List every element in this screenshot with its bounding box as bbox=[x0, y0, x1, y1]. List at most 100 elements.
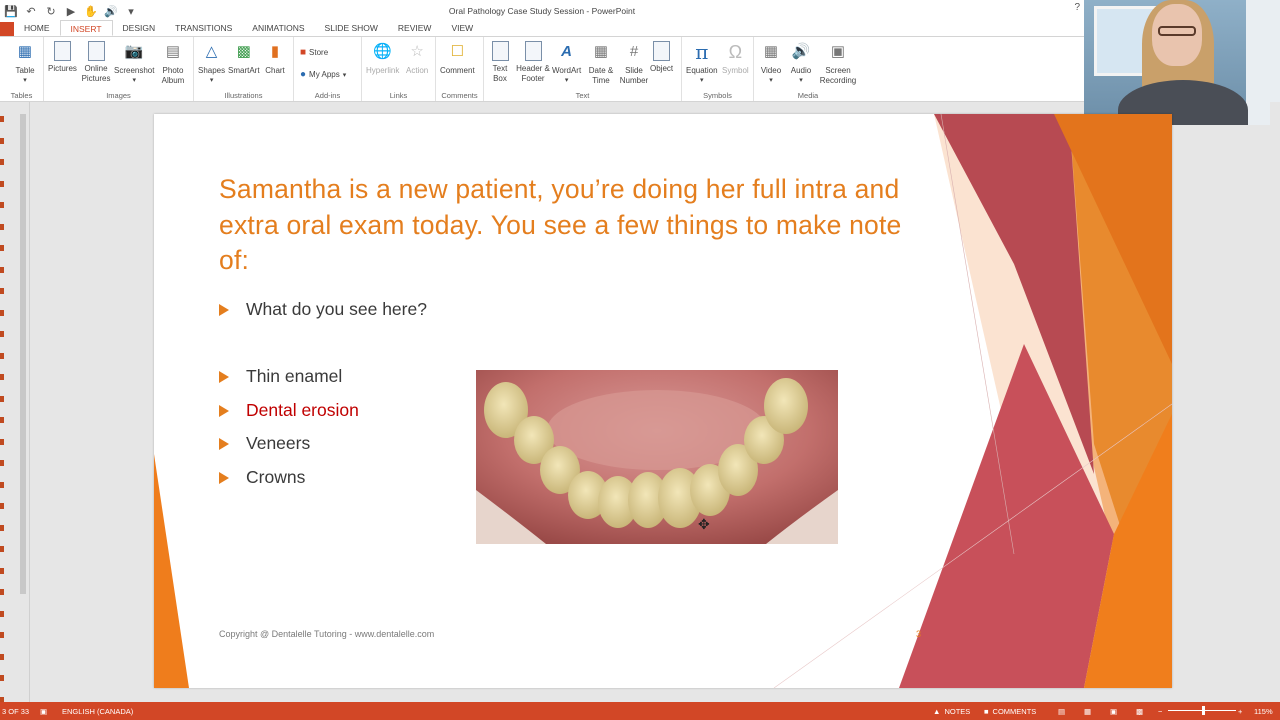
thumbnail-slide-marker[interactable] bbox=[0, 567, 4, 574]
touch-mode-icon[interactable]: ✋ bbox=[82, 3, 100, 19]
thumbnail-scrollbar-thumb[interactable] bbox=[20, 114, 26, 594]
save-icon[interactable]: 💾 bbox=[2, 3, 20, 19]
question-bullet[interactable]: What do you see here? bbox=[219, 299, 427, 320]
redo-icon[interactable]: ↻ bbox=[42, 3, 60, 19]
thumbnail-slide-marker[interactable] bbox=[0, 309, 4, 316]
thumbnail-slide-marker[interactable] bbox=[0, 503, 4, 509]
my-apps-icon: ● bbox=[300, 69, 307, 80]
start-from-beginning-icon[interactable]: ▶ bbox=[62, 3, 80, 19]
online-pictures-icon bbox=[87, 41, 105, 61]
bullet-veneers[interactable]: Veneers bbox=[219, 433, 310, 454]
thumbnail-slide-marker[interactable] bbox=[0, 589, 4, 595]
thumbnail-slide-marker[interactable] bbox=[0, 352, 4, 359]
text-box-button[interactable]: Text Box bbox=[490, 41, 510, 84]
shapes-button[interactable]: △ Shapes ▾ bbox=[198, 41, 225, 86]
thumbnail-slide-marker[interactable] bbox=[0, 438, 4, 445]
thumbnail-slide-marker[interactable] bbox=[0, 159, 4, 165]
thumbnail-slide-marker[interactable] bbox=[0, 481, 4, 488]
thumbnail-slide-marker[interactable] bbox=[0, 266, 4, 273]
notes-button[interactable]: ▲ NOTES bbox=[933, 707, 970, 716]
thumbnail-slide-marker[interactable] bbox=[0, 546, 4, 552]
wordart-button[interactable]: A WordArt ▾ bbox=[552, 41, 581, 86]
reading-view-icon[interactable]: ▣ bbox=[1110, 707, 1117, 716]
bullet-crowns[interactable]: Crowns bbox=[219, 467, 305, 488]
tab-home[interactable]: HOME bbox=[14, 20, 60, 36]
customize-qat-icon[interactable]: ▾ bbox=[122, 3, 140, 19]
symbol-button[interactable]: Ω Symbol bbox=[722, 41, 749, 76]
bullet-dental-erosion[interactable]: Dental erosion bbox=[219, 400, 359, 421]
date-time-button[interactable]: ▦ Date & Time bbox=[586, 41, 616, 86]
slide-canvas[interactable]: Samantha is a new patient, you’re doing … bbox=[154, 114, 1172, 688]
file-tab[interactable] bbox=[0, 22, 14, 36]
table-button[interactable]: ▦ Table ▾ bbox=[14, 41, 36, 86]
thumbnail-slide-marker[interactable] bbox=[0, 417, 4, 423]
webcam-overlay bbox=[1084, 0, 1280, 125]
online-pictures-button[interactable]: Online Pictures bbox=[82, 41, 110, 84]
help-icon[interactable]: ? bbox=[1074, 2, 1080, 13]
dental-erosion-photo[interactable] bbox=[476, 370, 838, 544]
thumbnail-slide-marker[interactable] bbox=[0, 288, 4, 294]
tab-animations[interactable]: ANIMATIONS bbox=[242, 20, 314, 36]
spellcheck-icon[interactable]: ▣ bbox=[40, 707, 47, 716]
tab-view[interactable]: VIEW bbox=[441, 20, 483, 36]
tab-review[interactable]: REVIEW bbox=[388, 20, 442, 36]
bullet-thin-enamel[interactable]: Thin enamel bbox=[219, 366, 342, 387]
language-indicator[interactable]: ENGLISH (CANADA) bbox=[62, 707, 133, 716]
smartart-button[interactable]: ▩ SmartArt bbox=[228, 41, 260, 76]
hyperlink-button[interactable]: 🌐 Hyperlink bbox=[366, 41, 399, 76]
tab-transitions[interactable]: TRANSITIONS bbox=[165, 20, 242, 36]
equation-button[interactable]: π Equation ▾ bbox=[686, 41, 718, 86]
zoom-slider[interactable] bbox=[1168, 706, 1236, 715]
comment-button[interactable]: ☐ Comment bbox=[440, 41, 475, 76]
object-button[interactable]: Object bbox=[650, 41, 673, 74]
screenshot-button[interactable]: 📷 Screenshot ▾ bbox=[114, 41, 154, 86]
screen-recording-button[interactable]: ▣ Screen Recording bbox=[818, 41, 858, 86]
thumbnail-slide-marker[interactable] bbox=[0, 374, 4, 380]
thumbnail-slide-marker[interactable] bbox=[0, 675, 4, 681]
slide-show-icon[interactable]: ▩ bbox=[1136, 707, 1143, 716]
thumbnail-slide-marker[interactable] bbox=[0, 116, 4, 122]
action-button[interactable]: ☆ Action bbox=[406, 41, 428, 76]
pictures-button[interactable]: Pictures bbox=[48, 41, 77, 74]
slide-sorter-icon[interactable]: ▦ bbox=[1084, 707, 1091, 716]
normal-view-icon[interactable]: ▤ bbox=[1058, 707, 1065, 716]
thumbnail-slide-marker[interactable] bbox=[0, 460, 4, 466]
zoom-out-button[interactable]: − bbox=[1158, 707, 1162, 716]
thumbnail-slide-marker[interactable] bbox=[0, 653, 4, 660]
tab-design[interactable]: DESIGN bbox=[113, 20, 166, 36]
thumbnail-slide-marker[interactable] bbox=[0, 395, 4, 402]
vertical-scrollbar[interactable] bbox=[1270, 102, 1280, 702]
group-images: Pictures Online Pictures 📷 Screenshot ▾ … bbox=[44, 37, 194, 101]
audio-button[interactable]: 🔊 Audio ▾ bbox=[790, 41, 812, 86]
store-button[interactable]: ■ Store bbox=[300, 47, 328, 58]
slide-number-button[interactable]: # Slide Number bbox=[618, 41, 650, 86]
zoom-level[interactable]: 115% bbox=[1254, 707, 1273, 716]
thumbnail-slide-marker[interactable] bbox=[0, 202, 4, 208]
thumbnail-slide-marker[interactable] bbox=[0, 223, 4, 230]
zoom-in-button[interactable]: + bbox=[1238, 707, 1242, 716]
tab-slide-show[interactable]: SLIDE SHOW bbox=[315, 20, 388, 36]
slide-page-number[interactable]: 3 bbox=[916, 629, 921, 639]
video-button[interactable]: ▦ Video ▾ bbox=[760, 41, 782, 86]
thumbnail-slide-marker[interactable] bbox=[0, 137, 4, 144]
thumbnail-slide-marker[interactable] bbox=[0, 331, 4, 337]
slide-thumbnail-strip[interactable] bbox=[0, 102, 30, 703]
thumbnail-slide-marker[interactable] bbox=[0, 610, 4, 617]
thumbnail-scrollbar[interactable] bbox=[18, 104, 28, 698]
mouse-cursor-icon: ✥ bbox=[698, 516, 710, 532]
thumbnail-slide-marker[interactable] bbox=[0, 245, 4, 251]
undo-icon[interactable]: ↶ bbox=[22, 3, 40, 19]
photo-album-button[interactable]: ▤ Photo Album bbox=[158, 41, 188, 86]
slide-footer[interactable]: Copyright @ Dentalelle Tutoring - www.de… bbox=[219, 629, 434, 639]
comments-button[interactable]: ■ COMMENTS bbox=[984, 707, 1036, 716]
thumbnail-slide-marker[interactable] bbox=[0, 524, 4, 531]
slide-title[interactable]: Samantha is a new patient, you’re doing … bbox=[219, 172, 919, 279]
thumbnail-slide-marker[interactable] bbox=[0, 632, 4, 638]
chart-button[interactable]: ▮ Chart bbox=[264, 41, 286, 76]
zoom-slider-thumb[interactable] bbox=[1202, 706, 1205, 715]
header-footer-button[interactable]: Header & Footer bbox=[516, 41, 550, 84]
my-apps-button[interactable]: ● My Apps ▾ bbox=[300, 69, 346, 80]
thumbnail-slide-marker[interactable] bbox=[0, 180, 4, 187]
tab-insert[interactable]: INSERT bbox=[59, 20, 113, 36]
audio-icon[interactable]: 🔊 bbox=[102, 3, 120, 19]
